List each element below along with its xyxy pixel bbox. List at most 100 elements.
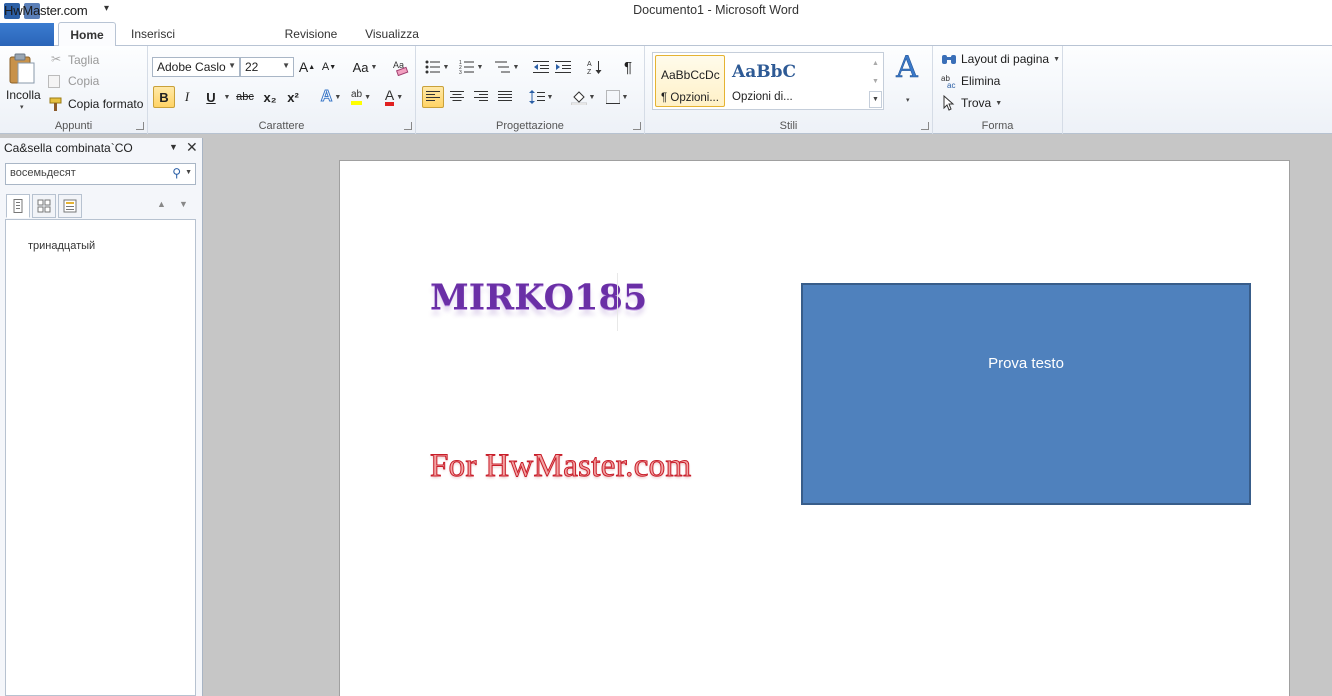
format-painter-button[interactable]: Copia formato: [48, 96, 143, 112]
style-item-normal[interactable]: AaBbCcDc ¶ Opzioni...: [655, 55, 725, 107]
underline-dropdown-icon[interactable]: ▼: [220, 86, 232, 108]
document-area: MIRKO185 For HwMaster.com Prova testo: [208, 138, 1332, 696]
styles-launcher-icon[interactable]: [921, 122, 929, 130]
clipboard-launcher-icon[interactable]: [136, 122, 144, 130]
change-case-icon: Aa: [352, 59, 369, 75]
strikethrough-icon: abc: [236, 91, 254, 103]
borders-button[interactable]: ▼: [602, 86, 632, 108]
multilevel-list-button[interactable]: ▼: [492, 56, 522, 78]
font-color-button[interactable]: A ▼: [378, 86, 410, 108]
bullets-icon: [425, 60, 440, 74]
superscript-button[interactable]: x²: [282, 86, 304, 108]
group-styles: AaBbCcDc ¶ Opzioni... AaBbC Opzioni di..…: [645, 46, 933, 134]
font-color-icon: A: [384, 88, 395, 106]
font-launcher-icon[interactable]: [404, 122, 412, 130]
tab-browse-headings[interactable]: [6, 194, 30, 218]
align-center-button[interactable]: [446, 86, 468, 108]
group-label-paragraph: Progettazione: [496, 120, 564, 132]
styles-scroll-up-icon[interactable]: ▲: [869, 55, 882, 72]
increase-indent-button[interactable]: [552, 56, 574, 78]
align-right-button[interactable]: [470, 86, 492, 108]
style-item-heading[interactable]: AaBbC Opzioni di...: [727, 55, 807, 107]
tab-home[interactable]: Home: [58, 22, 116, 47]
search-input-value: восемьдесят: [10, 167, 76, 179]
text-box-text[interactable]: Prova testo: [803, 355, 1249, 372]
group-editing: Layout di pagina ▼ ab ac Elimina Trova ▼ Fo…: [933, 46, 1063, 134]
line-spacing-button[interactable]: ▼: [526, 86, 556, 108]
decrease-indent-icon: [533, 61, 549, 73]
italic-button[interactable]: I: [176, 86, 198, 108]
change-case-button[interactable]: Aa ▼: [350, 56, 380, 78]
paragraph-launcher-icon[interactable]: [633, 122, 641, 130]
cut-button[interactable]: ✂ Taglia: [48, 52, 99, 68]
change-styles-button[interactable]: A ▾: [889, 50, 925, 110]
show-formatting-button[interactable]: ¶: [617, 56, 639, 78]
line-spacing-icon: [528, 90, 545, 104]
wordart-subtitle[interactable]: For HwMaster.com: [429, 448, 691, 485]
bold-button[interactable]: B: [153, 86, 175, 108]
tab-review[interactable]: Revisione: [280, 22, 342, 46]
delete-button[interactable]: ab ac Elimina: [941, 73, 1000, 89]
justify-button[interactable]: [494, 86, 516, 108]
document-page[interactable]: MIRKO185 For HwMaster.com Prova testo: [339, 160, 1290, 696]
pane-options-dropdown-icon[interactable]: ▼: [169, 142, 178, 152]
group-paragraph: ▼ 1 2 3 ▼ ▼ AZ ¶ ▼ ▼ ▼ Progettazione: [416, 46, 645, 134]
ribbon: Incolla ▾ ✂ Taglia Copia Copia formato A…: [0, 46, 1332, 134]
subscript-icon: x₂: [263, 89, 277, 105]
copy-label: Copia: [68, 74, 100, 88]
copy-button[interactable]: Copia: [48, 74, 99, 88]
align-left-button[interactable]: [422, 86, 444, 108]
tab-browse-pages[interactable]: [32, 194, 56, 218]
tab-insert[interactable]: Inserisci: [122, 22, 184, 46]
text-effects-button[interactable]: A ▼: [316, 86, 346, 108]
font-size-value: 22: [245, 60, 259, 74]
font-name-combo[interactable]: Adobe Caslo ▼: [152, 57, 240, 77]
clear-formatting-button[interactable]: Aa: [390, 56, 412, 78]
shading-button[interactable]: ▼: [568, 86, 598, 108]
sort-button[interactable]: AZ: [584, 56, 606, 78]
paint-bucket-icon: [570, 91, 587, 105]
group-font: Adobe Caslo ▼ 22 ▼ A ▲ A ▼ Aa ▼ Aa B I U ▼ …: [148, 46, 416, 134]
find-button[interactable]: Trova ▼: [941, 95, 1002, 111]
results-icon: [63, 199, 77, 213]
paste-label: Incolla: [6, 88, 41, 102]
wordart-title[interactable]: MIRKO185: [430, 277, 647, 318]
tab-view[interactable]: Visualizza: [360, 22, 424, 46]
subscript-button[interactable]: x₂: [259, 86, 281, 108]
style-name: ¶ Opzioni...: [661, 92, 719, 104]
close-icon[interactable]: ✕: [186, 139, 198, 156]
styles-scroll-down-icon[interactable]: ▼: [869, 73, 882, 90]
bullets-button[interactable]: ▼: [422, 56, 452, 78]
tab-browse-results[interactable]: [58, 194, 82, 218]
previous-result-icon[interactable]: ▲: [157, 199, 166, 209]
headings-icon: [13, 199, 23, 213]
font-size-combo[interactable]: 22 ▼: [240, 57, 294, 77]
search-icon[interactable]: ⚲: [172, 166, 181, 180]
numbering-button[interactable]: 1 2 3 ▼: [456, 56, 486, 78]
cursor-arrow-icon: [943, 95, 955, 111]
group-label-styles: Stili: [779, 120, 798, 132]
qat-customize-icon[interactable]: ▾: [104, 3, 109, 14]
navigation-results: тринадцатый: [5, 219, 196, 696]
paste-dropdown-icon[interactable]: ▾: [20, 103, 24, 111]
font-size-dropdown-icon[interactable]: ▼: [282, 61, 290, 70]
numbering-icon: 123: [459, 60, 474, 74]
strikethrough-button[interactable]: abc: [234, 86, 256, 108]
font-name-dropdown-icon[interactable]: ▼: [228, 61, 236, 70]
styles-more-icon[interactable]: ▼: [869, 91, 882, 108]
navigation-result-item[interactable]: тринадцатый: [28, 240, 95, 252]
grow-font-button[interactable]: A ▲: [296, 56, 318, 78]
bold-icon: B: [159, 89, 169, 105]
underline-button[interactable]: U: [200, 86, 222, 108]
search-input[interactable]: восемьдесят ⚲ ▼: [5, 163, 196, 185]
text-box-shape[interactable]: Prova testo: [801, 283, 1251, 505]
shrink-font-button[interactable]: A ▼: [318, 56, 340, 78]
highlight-button[interactable]: ab ▼: [346, 86, 376, 108]
paste-button[interactable]: Incolla ▾: [4, 51, 41, 111]
layout-button[interactable]: Layout di pagina ▼: [941, 51, 1060, 67]
decrease-indent-button[interactable]: [530, 56, 552, 78]
tab-file[interactable]: [0, 23, 54, 46]
svg-text:3: 3: [459, 70, 462, 74]
next-result-icon[interactable]: ▼: [179, 199, 188, 209]
search-options-dropdown-icon[interactable]: ▼: [185, 169, 192, 176]
